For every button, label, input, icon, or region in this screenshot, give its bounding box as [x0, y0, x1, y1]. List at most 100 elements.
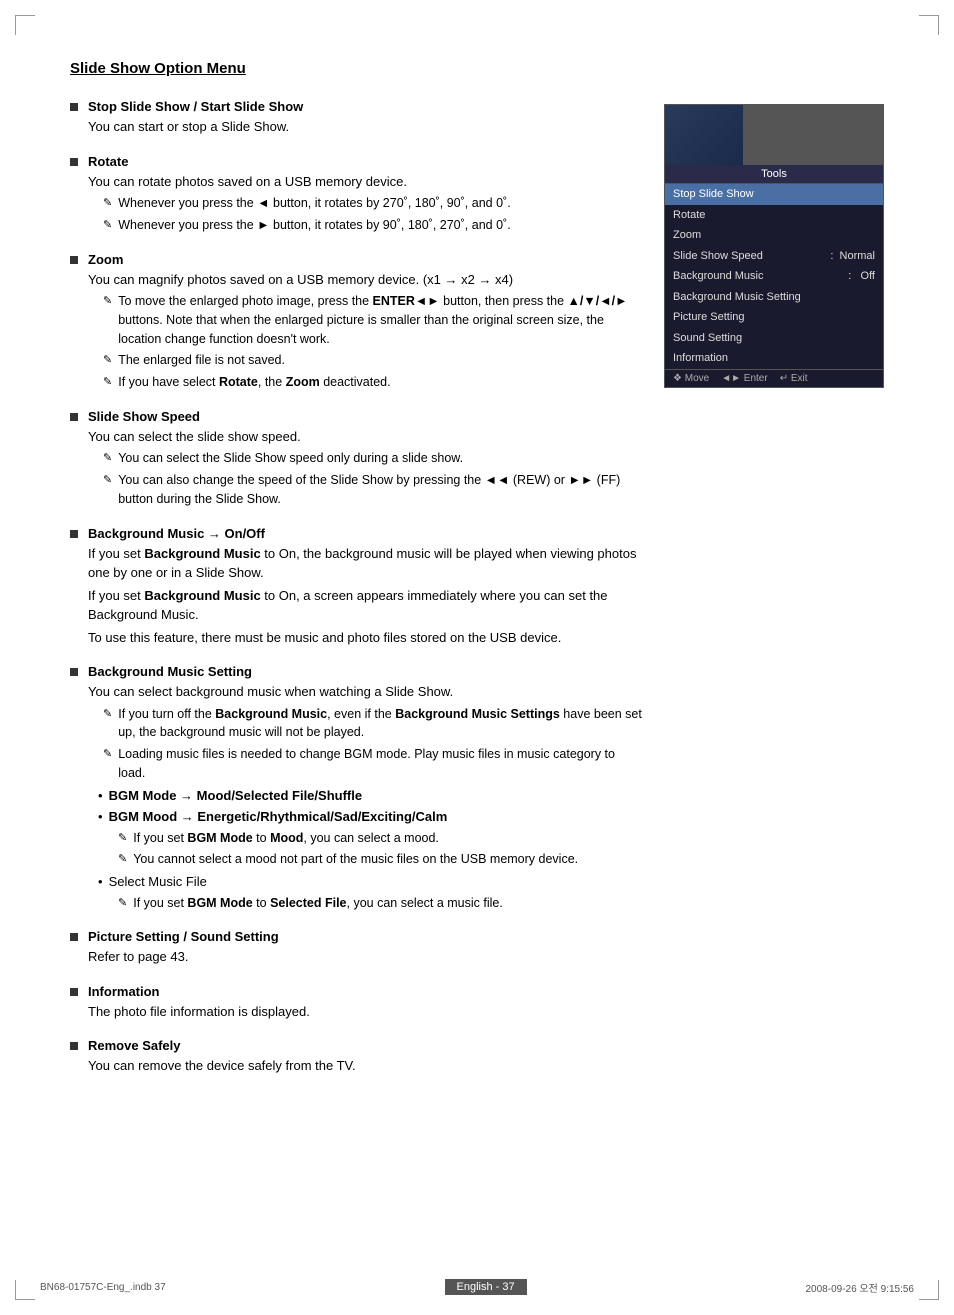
- note-icon: ✎: [103, 746, 112, 763]
- desc-bg-music-3: To use this feature, there must be music…: [88, 628, 644, 648]
- note-icon: ✎: [103, 472, 112, 489]
- desc-slide-show-speed: You can select the slide show speed.: [88, 427, 644, 447]
- note-text: If you have select Rotate, the Zoom deac…: [118, 373, 390, 392]
- tools-item-information[interactable]: Information: [665, 348, 883, 369]
- note-text: If you turn off the Background Music, ev…: [118, 705, 644, 743]
- bullet-icon: [70, 256, 78, 264]
- tools-item-stop-slide-show[interactable]: Stop Slide Show: [665, 184, 883, 205]
- tools-item-background-music[interactable]: Background Music : Off: [665, 266, 883, 287]
- tools-box: Tools Stop Slide Show Rotate Zoom Slide …: [664, 104, 884, 388]
- entry-content: Stop Slide Show / Start Slide Show You c…: [88, 99, 644, 140]
- tools-value-bgmusic: : Off: [848, 268, 875, 285]
- desc-bg-music-1: If you set Background Music to On, the b…: [88, 544, 644, 583]
- note-text: Whenever you press the ◄ button, it rota…: [118, 194, 510, 213]
- entry-slide-show-speed: Slide Show Speed You can select the slid…: [70, 409, 644, 512]
- tools-title: Tools: [665, 165, 883, 184]
- desc-bg-music-2: If you set Background Music to On, a scr…: [88, 586, 644, 625]
- note-text: You can select the Slide Show speed only…: [118, 449, 463, 468]
- desc-bg-music-setting: You can select background music when wat…: [88, 682, 644, 702]
- entry-content: Rotate You can rotate photos saved on a …: [88, 154, 644, 238]
- note-text: The enlarged file is not saved.: [118, 351, 285, 370]
- bullet-icon: [70, 933, 78, 941]
- desc-zoom: You can magnify photos saved on a USB me…: [88, 270, 644, 290]
- bullet-text: BGM Mode → Mood/Selected File/Shuffle: [109, 786, 363, 806]
- entry-bg-music-setting: Background Music Setting You can select …: [70, 664, 644, 915]
- note-text: Whenever you press the ► button, it rota…: [118, 216, 510, 235]
- bullet-icon: [70, 668, 78, 676]
- desc-picture-sound: Refer to page 43.: [88, 947, 644, 967]
- entry-content: Background Music Setting You can select …: [88, 664, 644, 915]
- note-icon: ✎: [103, 450, 112, 467]
- note-bgm-mood-2: ✎ You cannot select a mood not part of t…: [118, 850, 644, 869]
- entry-content: Picture Setting / Sound Setting Refer to…: [88, 929, 644, 970]
- tools-exit: ↵ Exit: [780, 373, 808, 384]
- note-icon: ✎: [118, 895, 127, 912]
- note-icon: ✎: [103, 374, 112, 391]
- note-icon: ✎: [103, 352, 112, 369]
- bullet-text: BGM Mood → Energetic/Rhythmical/Sad/Exci…: [109, 807, 448, 827]
- page-number: English - 37: [457, 1281, 515, 1293]
- tools-thumbnail: [665, 105, 883, 165]
- tools-item-background-music-setting[interactable]: Background Music Setting: [665, 287, 883, 308]
- bullet-dot: •: [98, 872, 103, 892]
- tools-item-slide-show-speed[interactable]: Slide Show Speed : Normal: [665, 246, 883, 267]
- heading-stop-slide-show: Stop Slide Show / Start Slide Show: [88, 99, 644, 114]
- entry-rotate: Rotate You can rotate photos saved on a …: [70, 154, 644, 238]
- tools-footer: ❖ Move ◄► Enter ↵ Exit: [665, 369, 883, 387]
- heading-bg-music: Background Music → On/Off: [88, 526, 644, 541]
- tools-image-inner: [743, 105, 883, 165]
- tools-item-picture-setting[interactable]: Picture Setting: [665, 307, 883, 328]
- content-area: Stop Slide Show / Start Slide Show You c…: [70, 99, 884, 1093]
- bullet-icon: [70, 103, 78, 111]
- entry-content: Zoom You can magnify photos saved on a U…: [88, 252, 644, 395]
- note-zoom-1: ✎ To move the enlarged photo image, pres…: [103, 292, 644, 348]
- note-rotate-1: ✎ Whenever you press the ◄ button, it ro…: [103, 194, 644, 213]
- note-bgm-mood-1: ✎ If you set BGM Mode to Mood, you can s…: [118, 829, 644, 848]
- entry-content: Remove Safely You can remove the device …: [88, 1038, 644, 1079]
- note-icon: ✎: [118, 851, 127, 868]
- note-text: You cannot select a mood not part of the…: [133, 850, 578, 869]
- note-rotate-2: ✎ Whenever you press the ► button, it ro…: [103, 216, 644, 235]
- tools-item-zoom[interactable]: Zoom: [665, 225, 883, 246]
- desc-stop-slide-show: You can start or stop a Slide Show.: [88, 117, 644, 137]
- heading-information: Information: [88, 984, 644, 999]
- page-footer: BN68-01757C-Eng_.indb 37 English - 37 20…: [0, 1279, 954, 1295]
- bullet-bgm-mode: • BGM Mode → Mood/Selected File/Shuffle: [98, 786, 644, 806]
- tools-label-speed: Slide Show Speed: [673, 248, 763, 265]
- entry-stop-slide-show: Stop Slide Show / Start Slide Show You c…: [70, 99, 644, 140]
- entry-content: Slide Show Speed You can select the slid…: [88, 409, 644, 512]
- section-title: Slide Show Option Menu: [70, 60, 884, 77]
- heading-slide-show-speed: Slide Show Speed: [88, 409, 644, 424]
- bullet-dot: •: [98, 807, 103, 827]
- note-text: To move the enlarged photo image, press …: [118, 292, 644, 348]
- tools-item-sound-setting[interactable]: Sound Setting: [665, 328, 883, 349]
- bullet-select-music: • Select Music File: [98, 872, 644, 892]
- tools-label-bgmusic: Background Music: [673, 268, 764, 285]
- heading-bg-music-setting: Background Music Setting: [88, 664, 644, 679]
- note-text: You can also change the speed of the Sli…: [118, 471, 644, 509]
- entry-picture-sound-setting: Picture Setting / Sound Setting Refer to…: [70, 929, 644, 970]
- note-select-music: ✎ If you set BGM Mode to Selected File, …: [118, 894, 644, 913]
- note-speed-2: ✎ You can also change the speed of the S…: [103, 471, 644, 509]
- desc-remove-safely: You can remove the device safely from th…: [88, 1056, 644, 1076]
- desc-rotate: You can rotate photos saved on a USB mem…: [88, 172, 644, 192]
- bullet-icon: [70, 158, 78, 166]
- note-text: If you set BGM Mode to Selected File, yo…: [133, 894, 503, 913]
- tools-move: ❖ Move: [673, 373, 709, 384]
- entry-information: Information The photo file information i…: [70, 984, 644, 1025]
- bullet-dot: •: [98, 786, 103, 806]
- note-icon: ✎: [118, 830, 127, 847]
- tools-panel: Tools Stop Slide Show Rotate Zoom Slide …: [664, 104, 884, 1093]
- note-zoom-3: ✎ If you have select Rotate, the Zoom de…: [103, 373, 644, 392]
- bullet-icon: [70, 413, 78, 421]
- heading-zoom: Zoom: [88, 252, 644, 267]
- bullet-text: Select Music File: [109, 872, 207, 892]
- note-zoom-2: ✎ The enlarged file is not saved.: [103, 351, 644, 370]
- note-bgms-1: ✎ If you turn off the Background Music, …: [103, 705, 644, 743]
- note-icon: ✎: [103, 195, 112, 212]
- heading-rotate: Rotate: [88, 154, 644, 169]
- tools-item-rotate[interactable]: Rotate: [665, 205, 883, 226]
- page-content: Slide Show Option Menu Stop Slide Show /…: [0, 0, 954, 1153]
- entry-zoom: Zoom You can magnify photos saved on a U…: [70, 252, 644, 395]
- note-text: If you set BGM Mode to Mood, you can sel…: [133, 829, 439, 848]
